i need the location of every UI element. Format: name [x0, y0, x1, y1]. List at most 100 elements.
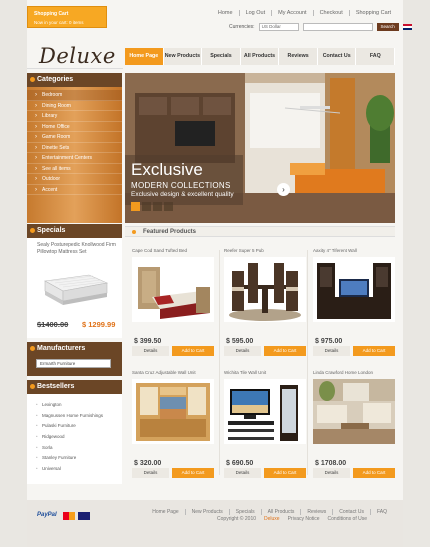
cart-status: Now in your cart: 0 items: [34, 20, 84, 25]
privacy-link[interactable]: Privacy Notice: [284, 516, 324, 522]
manufacturers-heading: Manufacturers: [27, 342, 122, 356]
logo[interactable]: Deluxe: [39, 44, 116, 68]
copyright-text: Copyright © 2010: [217, 516, 256, 522]
product-name[interactable]: Wichita Tile Wall Unit: [224, 370, 266, 375]
category-library[interactable]: Library: [27, 111, 122, 122]
nav-faq[interactable]: FAQ: [356, 48, 396, 65]
details-button[interactable]: Details: [224, 468, 261, 478]
product-price: $ 320.00: [134, 460, 162, 467]
footer-brand[interactable]: Deluxe: [260, 516, 284, 522]
entertainment-center-image[interactable]: [132, 379, 214, 444]
footer-link-reviews[interactable]: Reviews: [300, 509, 332, 515]
add-to-cart-button[interactable]: Add to Cart: [353, 346, 395, 356]
product-price: $ 595.00: [226, 338, 254, 345]
banner-dot[interactable]: [142, 202, 151, 211]
footer-link-home[interactable]: Home Page: [146, 509, 184, 515]
bestseller-item[interactable]: Magnussen Home Furnishings: [36, 413, 103, 424]
category-dining-room[interactable]: Dining Room: [27, 101, 122, 111]
paypal-logo: PayPal: [37, 512, 57, 518]
nav-all-products[interactable]: All Products: [240, 48, 280, 65]
banner-pager: [131, 202, 173, 211]
manufacturer-select[interactable]: Ermarth Furniture: [36, 359, 111, 368]
product-name[interactable]: Linda Crawford Home London: [313, 370, 373, 375]
tv-stand-image[interactable]: [224, 379, 306, 444]
bestseller-item[interactable]: Sorla: [36, 445, 103, 456]
product-name[interactable]: Cape Cod Sand Tufted Bed: [132, 248, 187, 253]
currencies-label: Currencies:: [229, 23, 255, 30]
add-to-cart-button[interactable]: Add to Cart: [172, 468, 214, 478]
details-button[interactable]: Details: [132, 468, 169, 478]
flag-icon[interactable]: [402, 23, 412, 30]
arrow-right-icon[interactable]: ›: [277, 183, 290, 196]
footer-link-specials[interactable]: Specials: [228, 509, 261, 515]
search-input[interactable]: [302, 22, 373, 31]
categories-list: Bedroom Dining Room Library Home Office …: [27, 90, 122, 195]
footer-link-faq[interactable]: FAQ: [369, 509, 393, 515]
product-card: Reefer Super 5 Pub $ 595.00 Details Add …: [224, 245, 306, 363]
categories-title: Categories: [37, 76, 74, 83]
details-button[interactable]: Details: [132, 346, 169, 356]
category-outdoor[interactable]: Outdoor: [27, 174, 122, 185]
footer-link-new-products[interactable]: New Products: [184, 509, 229, 515]
category-dinette-sets[interactable]: Dinette Sets: [27, 143, 122, 153]
toplink-home[interactable]: Home: [212, 10, 239, 16]
cart-widget[interactable]: Shopping Cart Now in your cart: 0 items: [27, 6, 107, 28]
conditions-link[interactable]: Conditions of Use: [324, 516, 371, 522]
details-button[interactable]: Details: [224, 346, 261, 356]
special-product-name[interactable]: Sealy Posturepedic Knollwood Firm Pillow…: [37, 242, 117, 255]
bestseller-item[interactable]: Pulaski Furniture: [36, 423, 103, 434]
top-links: Home Log Out My Account Checkout Shoppin…: [212, 10, 397, 16]
bestseller-item[interactable]: Ridgewood: [36, 434, 103, 445]
bestseller-item[interactable]: Universal: [36, 466, 103, 477]
pub-set-image[interactable]: [224, 257, 306, 322]
footer-link-all-products[interactable]: All Products: [260, 509, 301, 515]
add-to-cart-button[interactable]: Add to Cart: [172, 346, 214, 356]
bullet-icon: [30, 384, 35, 389]
search-button[interactable]: Search: [376, 22, 399, 31]
living-room-image[interactable]: [313, 379, 395, 444]
product-card: Linda Crawford Home London $ 1708.00 Det…: [313, 367, 395, 485]
hero-banner[interactable]: [125, 73, 395, 223]
nav-contact[interactable]: Contact Us: [317, 48, 357, 65]
product-name[interactable]: Santa Cruz Adjustable Wall Unit: [132, 370, 196, 375]
nav-reviews[interactable]: Reviews: [279, 48, 318, 65]
banner-dot[interactable]: [153, 202, 162, 211]
add-to-cart-button[interactable]: Add to Cart: [264, 346, 306, 356]
nav-new-products[interactable]: New Products: [163, 48, 203, 65]
product-price: $ 1708.00: [315, 460, 347, 467]
footer-link-contact[interactable]: Contact Us: [332, 509, 370, 515]
category-see-all[interactable]: See all items: [27, 164, 122, 174]
category-entertainment[interactable]: Entertainment Centers: [27, 153, 122, 164]
special-new-price: $ 1299.99: [82, 320, 116, 329]
toplink-checkout[interactable]: Checkout: [312, 10, 349, 16]
product-price: $ 399.50: [134, 338, 162, 345]
mattress-image[interactable]: [41, 265, 111, 310]
nav-home[interactable]: Home Page: [125, 48, 164, 65]
nav-specials[interactable]: Specials: [202, 48, 241, 65]
product-name[interactable]: Aaxity 4" Tiferent Wall: [313, 248, 357, 253]
category-accent[interactable]: Accent: [27, 185, 122, 195]
toplink-logout[interactable]: Log Out: [238, 10, 272, 16]
toplink-cart[interactable]: Shopping Cart: [348, 10, 397, 16]
details-button[interactable]: Details: [313, 468, 350, 478]
toplink-account[interactable]: My Account: [271, 10, 312, 16]
bullet-icon: [30, 228, 35, 233]
product-card: Cape Cod Sand Tufted Bed $ 399.50 Detail…: [132, 245, 214, 363]
banner-dot[interactable]: [131, 202, 140, 211]
category-bedroom[interactable]: Bedroom: [27, 90, 122, 101]
wall-unit-image[interactable]: [313, 257, 395, 322]
category-home-office[interactable]: Home Office: [27, 122, 122, 132]
product-card: Aaxity 4" Tiferent Wall $ 975.00 Details…: [313, 245, 395, 363]
bestseller-item[interactable]: Stanley Furniture: [36, 455, 103, 466]
featured-title: Featured Products: [143, 229, 197, 235]
footer-copyright-row: Copyright © 2010 Deluxe Privacy Notice C…: [213, 516, 371, 522]
currency-select[interactable]: US Dollar: [258, 22, 299, 31]
bestseller-item[interactable]: Lexington: [36, 402, 103, 413]
bed-image[interactable]: [132, 257, 214, 322]
category-game-room[interactable]: Game Room: [27, 132, 122, 143]
banner-dot[interactable]: [164, 202, 173, 211]
add-to-cart-button[interactable]: Add to Cart: [353, 468, 395, 478]
product-name[interactable]: Reefer Super 5 Pub: [224, 248, 264, 253]
add-to-cart-button[interactable]: Add to Cart: [264, 468, 306, 478]
details-button[interactable]: Details: [313, 346, 350, 356]
